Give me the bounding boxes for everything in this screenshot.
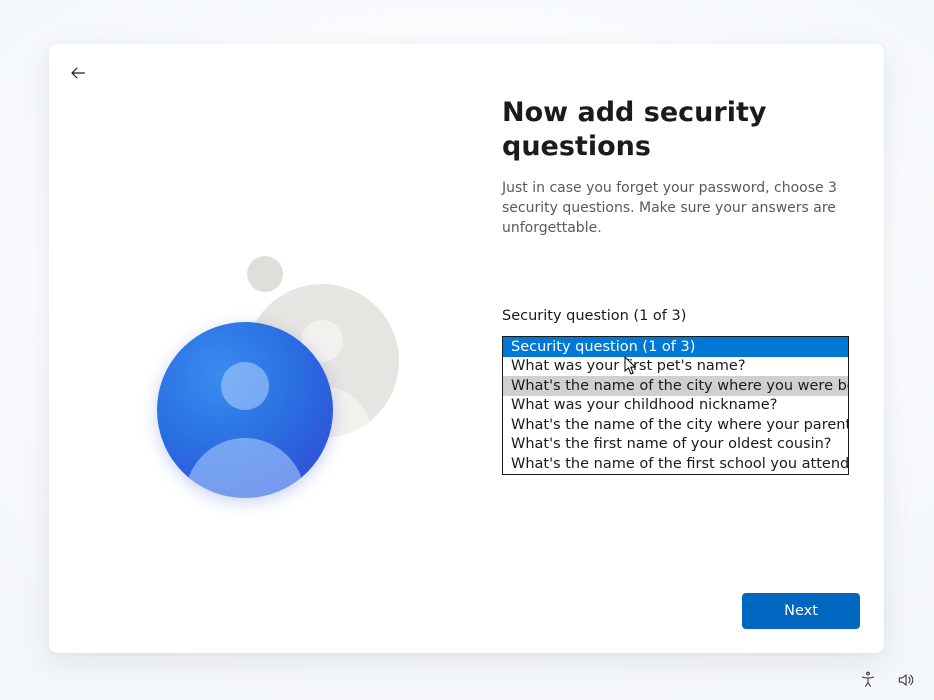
bubble-tiny (247, 256, 283, 292)
system-tray (858, 670, 916, 690)
page-title: Now add security questions (502, 96, 857, 164)
accessibility-icon[interactable] (858, 670, 878, 690)
security-question-label: Security question (1 of 3) (502, 308, 850, 324)
volume-icon[interactable] (896, 670, 916, 690)
content-header: Now add security questions Just in case … (502, 96, 857, 238)
security-question-dropdown[interactable]: Security question (1 of 3) What was your… (502, 336, 849, 475)
dropdown-option[interactable]: What's the name of the city where your p… (503, 415, 848, 435)
arrow-left-icon (69, 64, 87, 82)
setup-card: Now add security questions Just in case … (49, 44, 884, 653)
dropdown-option[interactable]: What's the name of the first school you … (503, 454, 848, 474)
security-question-field: Security question (1 of 3) Security ques… (502, 308, 850, 475)
page-subtitle: Just in case you forget your password, c… (502, 178, 857, 239)
dropdown-option[interactable]: What's the name of the city where you we… (503, 376, 848, 396)
dropdown-option[interactable]: What's the first name of your oldest cou… (503, 435, 848, 455)
back-button[interactable] (63, 58, 93, 88)
next-button[interactable]: Next (742, 593, 860, 629)
avatar-primary (157, 322, 333, 498)
dropdown-option[interactable]: What was your childhood nickname? (503, 396, 848, 416)
dropdown-option[interactable]: Security question (1 of 3) (503, 337, 848, 357)
next-button-label: Next (784, 603, 818, 619)
dropdown-option[interactable]: What was your first pet's name? (503, 357, 848, 377)
user-illustration (157, 256, 417, 516)
